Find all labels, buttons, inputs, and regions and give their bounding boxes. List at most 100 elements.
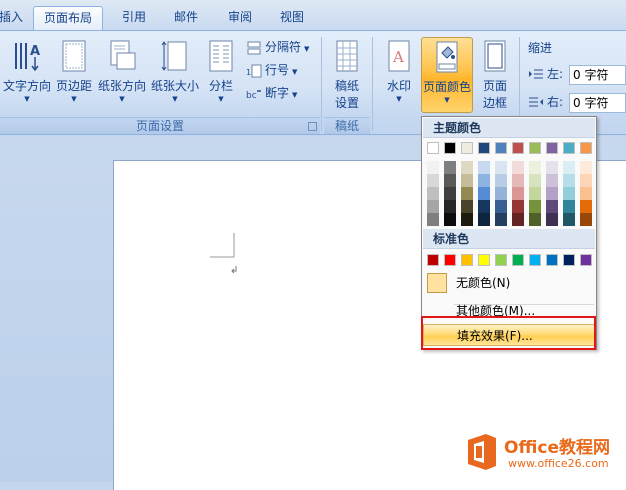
standard-color-swatch[interactable] [478,254,490,266]
indent-right-label-wrap: 右: [528,92,563,112]
size-button[interactable]: 纸张大小 ▼ [149,37,201,114]
theme-shade-swatch[interactable] [580,174,592,187]
standard-color-swatch[interactable] [495,254,507,266]
text-direction-label: 文字方向 [2,79,51,93]
theme-shade-swatch[interactable] [478,187,490,200]
tab-references[interactable]: 引用 [112,6,156,30]
theme-shade-swatch[interactable] [427,200,439,213]
page-color-button[interactable]: 页面颜色 ▼ [421,37,473,113]
theme-shade-swatch[interactable] [580,213,592,226]
theme-shade-swatch[interactable] [512,200,524,213]
theme-shade-swatch[interactable] [495,213,507,226]
theme-shade-swatch[interactable] [427,213,439,226]
tab-mailings[interactable]: 邮件 [164,6,208,30]
theme-shade-swatch[interactable] [546,187,558,200]
theme-shade-swatch[interactable] [512,213,524,226]
theme-shade-swatch[interactable] [546,200,558,213]
theme-color-swatch[interactable] [580,142,592,154]
theme-shade-swatch[interactable] [495,174,507,187]
breaks-button[interactable]: 分隔符 ▼ [246,37,309,57]
watermark-button[interactable]: A 水印 ▼ [379,37,419,114]
theme-color-swatch[interactable] [529,142,541,154]
theme-shade-swatch[interactable] [580,161,592,174]
theme-shade-swatch[interactable] [495,200,507,213]
theme-shade-swatch[interactable] [529,174,541,187]
text-direction-button[interactable]: A 文字方向 ▼ [2,37,52,114]
theme-color-swatch[interactable] [512,142,524,154]
standard-color-swatch[interactable] [512,254,524,266]
theme-shade-swatch[interactable] [495,187,507,200]
standard-color-swatch[interactable] [444,254,456,266]
theme-shade-swatch[interactable] [495,161,507,174]
standard-color-swatch[interactable] [461,254,473,266]
theme-shade-swatch[interactable] [580,200,592,213]
theme-shade-swatch[interactable] [461,161,473,174]
theme-color-swatch[interactable] [461,142,473,154]
theme-shade-swatch[interactable] [512,187,524,200]
theme-shade-swatch[interactable] [563,174,575,187]
theme-shade-swatch[interactable] [427,174,439,187]
standard-color-swatch[interactable] [529,254,541,266]
standard-color-swatch[interactable] [563,254,575,266]
manuscript-button[interactable]: 稿纸 设置 [326,37,368,114]
theme-color-swatch[interactable] [546,142,558,154]
theme-shade-swatch[interactable] [427,161,439,174]
standard-color-swatch[interactable] [427,254,439,266]
columns-button[interactable]: 分栏 ▼ [202,37,240,114]
tab-page-layout[interactable]: 页面布局 [33,6,103,30]
theme-shade-swatch[interactable] [461,200,473,213]
theme-shade-swatch[interactable] [461,213,473,226]
theme-shade-swatch[interactable] [546,174,558,187]
theme-shade-swatch[interactable] [563,161,575,174]
theme-shade-swatch[interactable] [563,187,575,200]
indent-left-input[interactable]: 0 字符 [569,65,626,85]
theme-color-swatch[interactable] [427,142,439,154]
theme-shade-swatch[interactable] [563,200,575,213]
watermark-brand: Office教程网 [504,438,611,458]
theme-shade-swatch[interactable] [444,161,456,174]
theme-shade-swatch[interactable] [478,213,490,226]
standard-color-swatch[interactable] [580,254,592,266]
theme-shade-swatch[interactable] [427,187,439,200]
tab-view[interactable]: 视图 [270,6,314,30]
margins-button[interactable]: 页边距 ▼ [53,37,95,114]
tab-review[interactable]: 审阅 [218,6,262,30]
page-setup-launcher[interactable] [308,122,317,131]
theme-color-swatch[interactable] [495,142,507,154]
theme-shade-swatch[interactable] [444,187,456,200]
theme-shade-swatch[interactable] [478,161,490,174]
theme-shade-swatch[interactable] [461,174,473,187]
theme-shade-swatch[interactable] [444,213,456,226]
theme-shade-swatch[interactable] [529,187,541,200]
page-borders-button[interactable]: 页面 边框 [475,37,515,114]
theme-shade-swatch[interactable] [461,187,473,200]
theme-color-swatch[interactable] [563,142,575,154]
theme-shade-swatch[interactable] [512,161,524,174]
theme-shade-swatch[interactable] [563,213,575,226]
orientation-button[interactable]: 纸张方向 ▼ [96,37,148,114]
theme-color-swatch[interactable] [444,142,456,154]
svg-text:1: 1 [246,68,251,77]
theme-shade-swatch[interactable] [444,174,456,187]
theme-shade-swatch[interactable] [444,200,456,213]
page-color-menu: 主题颜色 标准色 无颜色(N) 其他颜色(M)... 填充效果(F)... [421,116,597,350]
theme-shade-swatch[interactable] [478,174,490,187]
line-numbers-button[interactable]: 1 行号 ▼ [246,60,297,80]
theme-shade-swatch[interactable] [478,200,490,213]
theme-color-swatch[interactable] [478,142,490,154]
theme-shade-swatch[interactable] [529,161,541,174]
ribbon-tab-bar: 插入 页面布局 引用 邮件 审阅 视图 [0,0,626,30]
indent-right-input[interactable]: 0 字符 [569,93,626,113]
svg-text:A: A [30,44,40,59]
theme-shade-swatch[interactable] [529,213,541,226]
watermark-label: 水印 [386,79,411,93]
theme-shade-swatch[interactable] [546,213,558,226]
no-color-item[interactable]: 无颜色(N) [423,272,595,294]
theme-shade-swatch[interactable] [546,161,558,174]
hyphenation-button[interactable]: bc 断字 ▼ [246,83,297,103]
theme-shade-swatch[interactable] [512,174,524,187]
theme-shade-swatch[interactable] [580,187,592,200]
theme-shade-swatch[interactable] [529,200,541,213]
standard-color-swatch[interactable] [546,254,558,266]
tab-insert[interactable]: 插入 [0,6,26,30]
